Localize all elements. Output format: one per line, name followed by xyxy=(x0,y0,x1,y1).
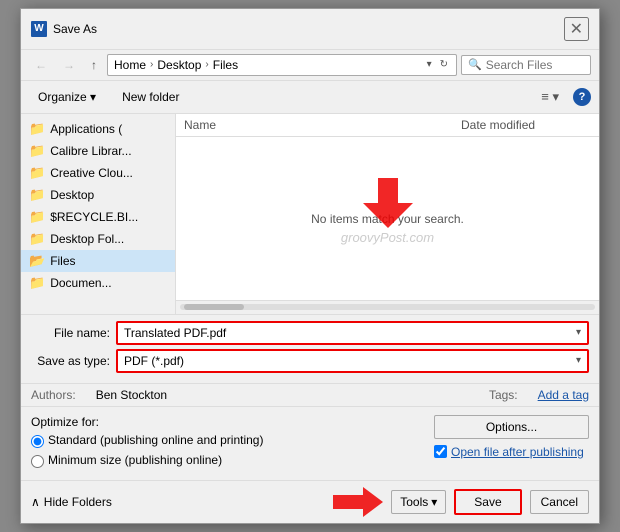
tags-label: Tags: xyxy=(489,388,518,402)
red-arrow-down xyxy=(358,173,418,233)
breadcrumb-dropdown[interactable]: ▾ xyxy=(425,59,434,70)
file-header: Name Date modified xyxy=(176,114,599,137)
file-name-value: Translated PDF.pdf xyxy=(124,326,226,340)
breadcrumb[interactable]: Home › Desktop › Files ▾ ↻ xyxy=(107,54,457,76)
organize-button[interactable]: Organize ▾ xyxy=(29,86,105,108)
col-date: Date modified xyxy=(461,118,591,132)
folder-icon: 📁 xyxy=(29,165,45,181)
sidebar-item-creative-cloud[interactable]: 📁 Creative Clou... xyxy=(21,162,175,184)
file-name-row: File name: Translated PDF.pdf ▾ xyxy=(31,321,589,345)
folder-icon: 📁 xyxy=(29,143,45,159)
radio-minimum[interactable] xyxy=(31,455,44,468)
back-button[interactable]: ← xyxy=(29,55,53,75)
options-button[interactable]: Options... xyxy=(434,415,589,439)
col-name: Name xyxy=(184,118,461,132)
hide-folders-button[interactable]: ∧ Hide Folders xyxy=(31,495,112,509)
breadcrumb-sep-2: › xyxy=(205,59,208,70)
folder-icon: 📁 xyxy=(29,231,45,247)
breadcrumb-home: Home xyxy=(114,58,146,72)
search-icon: 🔍 xyxy=(468,58,482,71)
breadcrumb-desktop: Desktop xyxy=(157,58,201,72)
sidebar-item-files[interactable]: 📂 Files xyxy=(21,250,175,272)
file-name-dropdown-icon: ▾ xyxy=(576,327,581,338)
bottom-bar: ∧ Hide Folders Tools ▾ Save Cancel xyxy=(21,480,599,523)
file-content: No items match your search. groovyPost.c… xyxy=(176,137,599,300)
folder-icon: 📁 xyxy=(29,121,45,137)
save-type-dropdown-icon: ▾ xyxy=(576,355,581,366)
cancel-button[interactable]: Cancel xyxy=(530,490,589,514)
up-button[interactable]: ↑ xyxy=(85,55,103,75)
forward-button[interactable]: → xyxy=(57,55,81,75)
search-box[interactable]: 🔍 xyxy=(461,55,591,75)
folder-icon-open: 📂 xyxy=(29,253,45,269)
optimize-section: Optimize for: Standard (publishing onlin… xyxy=(31,415,424,472)
radio-standard-label: Standard (publishing online and printing… xyxy=(48,433,263,449)
open-after-label[interactable]: Open file after publishing xyxy=(451,445,584,459)
form-area: File name: Translated PDF.pdf ▾ Save as … xyxy=(21,314,599,383)
red-arrow-right xyxy=(333,487,383,517)
folder-icon: 📁 xyxy=(29,275,45,291)
optimize-label: Optimize for: xyxy=(31,415,424,429)
app-icon: W xyxy=(31,21,47,37)
close-button[interactable]: ✕ xyxy=(564,17,589,41)
sidebar-item-applications[interactable]: 📁 Applications ( xyxy=(21,118,175,140)
tools-button[interactable]: Tools ▾ xyxy=(391,490,446,514)
scroll-thumb xyxy=(184,304,244,310)
sidebar-item-documents[interactable]: 📁 Documen... xyxy=(21,272,175,294)
save-type-row: Save as type: PDF (*.pdf) ▾ xyxy=(31,349,589,373)
dialog-title: Save As xyxy=(53,22,564,36)
save-as-dialog: W Save As ✕ ← → ↑ Home › Desktop › Files… xyxy=(20,8,600,524)
meta-row: Authors: Ben Stockton Tags: Add a tag xyxy=(21,383,599,406)
save-type-label: Save as type: xyxy=(31,354,116,368)
radio-standard[interactable] xyxy=(31,435,44,448)
refresh-button[interactable]: ↻ xyxy=(438,59,450,70)
toolbar: Organize ▾ New folder ≡ ▾ ? xyxy=(21,81,599,114)
help-button[interactable]: ? xyxy=(573,88,591,106)
new-folder-button[interactable]: New folder xyxy=(113,86,188,108)
breadcrumb-sep-1: › xyxy=(150,59,153,70)
radio-minimum-row: Minimum size (publishing online) xyxy=(31,453,424,469)
file-name-label: File name: xyxy=(31,326,116,340)
folder-icon: 📁 xyxy=(29,187,45,203)
radio-minimum-label: Minimum size (publishing online) xyxy=(48,453,222,469)
view-button[interactable]: ≡ ▾ xyxy=(535,85,565,109)
authors-label: Authors: xyxy=(31,388,76,402)
title-bar: W Save As ✕ xyxy=(21,9,599,50)
nav-bar: ← → ↑ Home › Desktop › Files ▾ ↻ 🔍 xyxy=(21,50,599,81)
save-type-input[interactable]: PDF (*.pdf) ▾ xyxy=(116,349,589,373)
save-button[interactable]: Save xyxy=(454,489,521,515)
sidebar-item-recycle[interactable]: 📁 $RECYCLE.BI... xyxy=(21,206,175,228)
add-tag-link[interactable]: Add a tag xyxy=(538,388,589,402)
sidebar-item-desktop-fol[interactable]: 📁 Desktop Fol... xyxy=(21,228,175,250)
sidebar: 📁 Applications ( 📁 Calibre Librar... 📁 C… xyxy=(21,114,176,314)
save-type-value: PDF (*.pdf) xyxy=(124,354,184,368)
scroll-track xyxy=(180,304,595,310)
options-area: Optimize for: Standard (publishing onlin… xyxy=(21,406,599,480)
search-input[interactable] xyxy=(486,58,584,72)
sidebar-item-calibre[interactable]: 📁 Calibre Librar... xyxy=(21,140,175,162)
sidebar-item-desktop[interactable]: 📁 Desktop xyxy=(21,184,175,206)
horizontal-scrollbar[interactable] xyxy=(176,300,599,314)
authors-value: Ben Stockton xyxy=(96,388,167,402)
file-name-input[interactable]: Translated PDF.pdf ▾ xyxy=(116,321,589,345)
open-after-checkbox[interactable] xyxy=(434,445,447,458)
actions-section: Options... Open file after publishing xyxy=(434,415,589,472)
folder-icon: 📁 xyxy=(29,209,45,225)
main-area: 📁 Applications ( 📁 Calibre Librar... 📁 C… xyxy=(21,114,599,314)
radio-standard-row: Standard (publishing online and printing… xyxy=(31,433,424,449)
open-after-row: Open file after publishing xyxy=(434,445,589,459)
file-area: Name Date modified No items match your s… xyxy=(176,114,599,314)
breadcrumb-files: Files xyxy=(213,58,238,72)
